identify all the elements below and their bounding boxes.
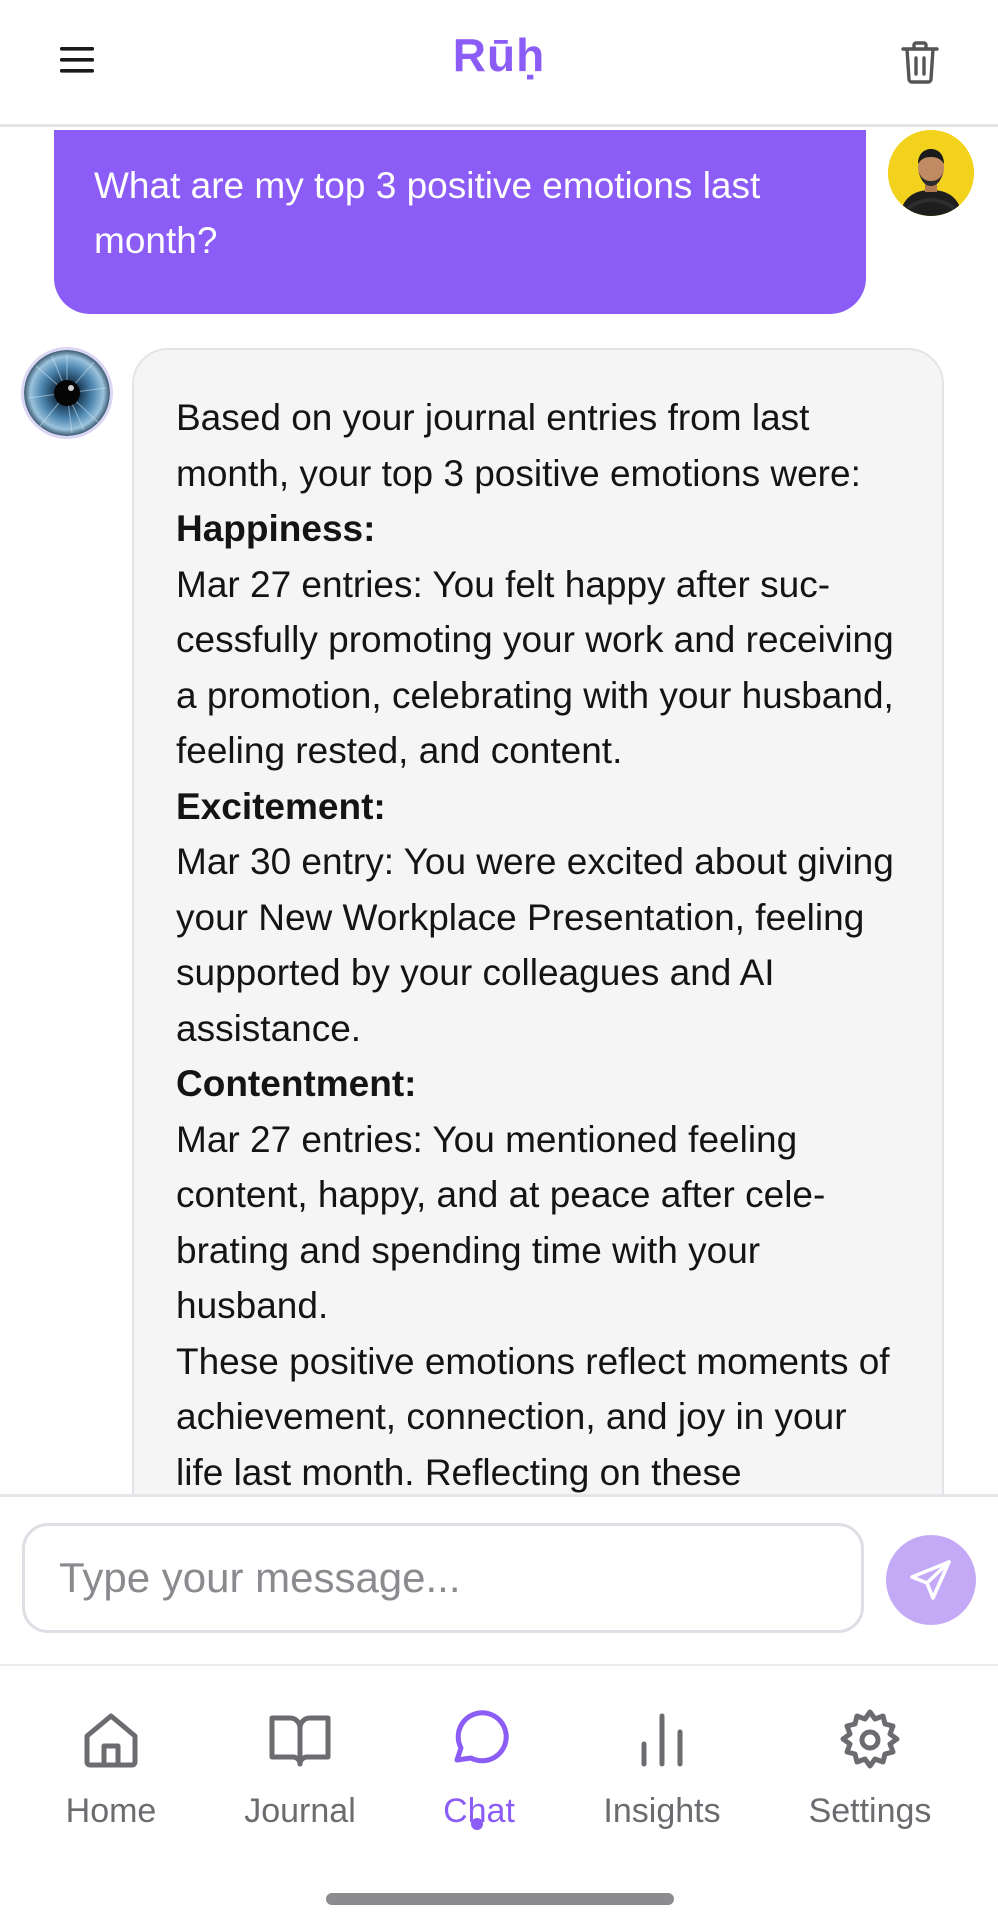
bottom-navigation: Home Journal Chat Insights Settings <box>0 1668 998 1920</box>
nav-home[interactable]: Home <box>21 1708 201 1838</box>
nav-settings-label: Settings <box>808 1792 932 1830</box>
assistant-intro: Based on your journal entries from last … <box>176 397 861 494</box>
nav-insights[interactable]: Insights <box>572 1708 752 1838</box>
emotion-detail: Mar 27 entries: You felt happy after suc… <box>176 563 894 772</box>
emotion-heading: Excitement: <box>176 785 386 827</box>
top-app-bar: Rūḥ <box>0 0 998 127</box>
assistant-message-text: Based on your journal entries from last … <box>176 390 902 1494</box>
eye-icon <box>24 350 110 436</box>
app-title: Rūḥ <box>452 29 546 81</box>
nav-home-label: Home <box>65 1792 157 1830</box>
emotion-heading: Happiness: <box>176 508 376 549</box>
nav-journal[interactable]: Journal <box>210 1708 390 1838</box>
send-button[interactable] <box>886 1535 976 1625</box>
chat-message-list[interactable]: What are my top 3 positive emotions last… <box>0 130 998 1494</box>
gear-icon <box>840 1709 900 1769</box>
active-indicator-dot <box>471 1818 483 1830</box>
assistant-avatar <box>24 350 110 436</box>
book-icon <box>269 1715 331 1767</box>
emotion-heading: Contentment: <box>176 1063 417 1104</box>
send-icon <box>910 1560 951 1600</box>
assistant-outro: These positive emotions reflect moments … <box>176 1340 890 1493</box>
nav-journal-label: Journal <box>244 1792 356 1830</box>
chat-bubble-icon <box>454 1710 509 1764</box>
emotion-detail: Mar 30 entry: You were excited about giv… <box>176 841 894 1049</box>
user-message-text: What are my top 3 positive emotions last… <box>94 165 761 261</box>
trash-icon <box>901 41 939 84</box>
user-message-bubble: What are my top 3 positive emotions last… <box>54 130 866 314</box>
message-composer <box>0 1494 998 1666</box>
nav-insights-label: Insights <box>603 1792 721 1830</box>
bar-chart-icon <box>641 1713 683 1767</box>
home-icon <box>84 1713 138 1768</box>
app-root: Rūḥ What are my top 3 positive emotions … <box>0 0 998 1920</box>
emotion-detail: Mar 27 entries: You mentioned feeling co… <box>176 1118 826 1327</box>
user-avatar[interactable] <box>888 130 974 216</box>
home-indicator[interactable] <box>326 1893 674 1905</box>
nav-chat[interactable]: Chat <box>389 1708 569 1838</box>
assistant-message-bubble: Based on your journal entries from last … <box>132 348 944 1494</box>
nav-settings[interactable]: Settings <box>780 1708 960 1838</box>
user-avatar-image <box>888 130 974 216</box>
message-input[interactable] <box>22 1523 864 1633</box>
delete-chat-button[interactable] <box>892 34 948 90</box>
